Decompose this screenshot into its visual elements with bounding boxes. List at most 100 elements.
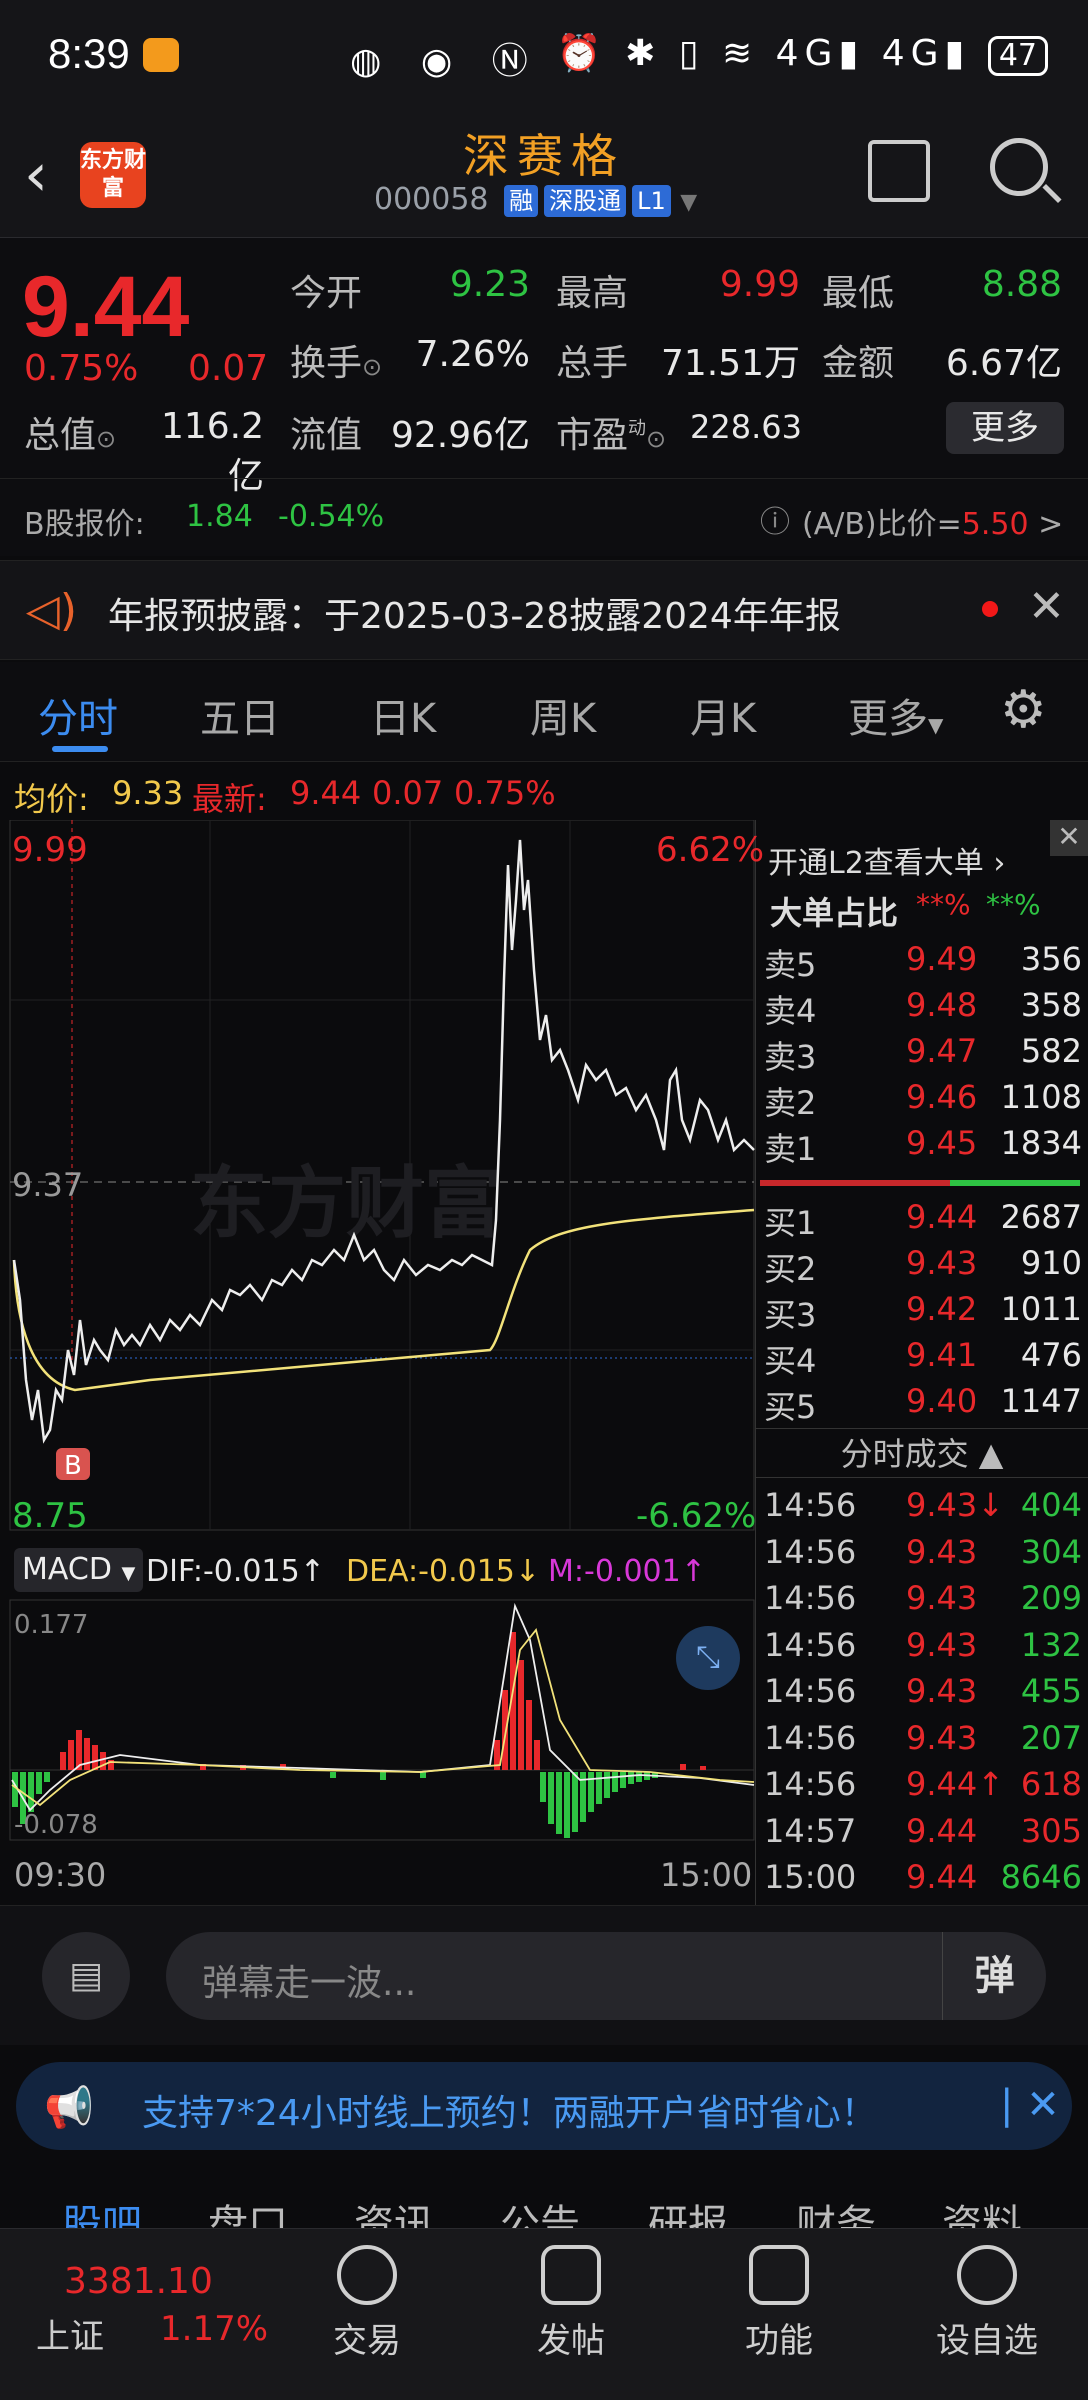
latest-pct: 0.75% bbox=[454, 774, 556, 812]
trade-row-price: 9.43 bbox=[906, 1579, 978, 1617]
danmu-input[interactable]: 弹幕走一波... 弹 bbox=[166, 1932, 1046, 2020]
macd-histogram bbox=[12, 1632, 706, 1838]
turnover-label: 换手⊙ bbox=[290, 343, 383, 384]
tab-5day[interactable]: 五日 bbox=[200, 686, 280, 744]
change-percent: 0.75% bbox=[24, 348, 139, 389]
trade-row-label: 14:56 bbox=[764, 1486, 857, 1524]
macd-bottom-value: -0.078 bbox=[14, 1810, 98, 1840]
price-info-bar: 均价: 9.33 最新: 9.44 0.07 0.75% bbox=[0, 764, 1088, 820]
gear-icon[interactable]: ⚙ bbox=[1000, 680, 1047, 740]
tab-indicator bbox=[52, 746, 108, 752]
bid-row-label: 买5 bbox=[764, 1388, 817, 1426]
avg-label: 均价: bbox=[14, 780, 89, 818]
ab-ratio[interactable]: (A/B)比价=5.50 > bbox=[802, 499, 1063, 543]
share-icon[interactable] bbox=[868, 140, 930, 202]
trade-row-label: 14:56 bbox=[764, 1718, 857, 1757]
trade-row-label: 14:57 bbox=[764, 1811, 857, 1850]
trade-row-volume: 132 bbox=[1020, 1625, 1082, 1664]
trades-header[interactable]: 分时成交 ▲ bbox=[756, 1428, 1088, 1478]
ask-row-label: 卖5 bbox=[764, 946, 817, 984]
ad-banner[interactable]: 📢 支持7*24小时线上预约！两融开户省时省心！ | ✕ bbox=[16, 2062, 1072, 2150]
trade-row-volume: 618 bbox=[1020, 1765, 1082, 1803]
stock-code-line[interactable]: 000058 融深股通 L1 ▼ bbox=[374, 182, 697, 217]
ask-row-label: 卖4 bbox=[764, 992, 817, 1030]
time-end: 15:00 bbox=[660, 1856, 753, 1894]
subtab-research[interactable]: 研报 bbox=[648, 2192, 728, 2230]
low-value: 8.88 bbox=[981, 264, 1062, 305]
trade-row-price: 9.44↑ bbox=[906, 1765, 1005, 1803]
ask-row: 卖3 9.47 582 bbox=[756, 1032, 1088, 1078]
avg-value: 9.33 bbox=[112, 774, 184, 812]
book-close-icon[interactable]: ✕ bbox=[1050, 820, 1088, 856]
ask-row-price: 9.49 bbox=[906, 940, 978, 978]
trade-row-label: 14:56 bbox=[764, 1579, 857, 1617]
nav-add-watch[interactable]: 设自选 bbox=[912, 2229, 1062, 2362]
trade-row-volume: 8646 bbox=[1000, 1858, 1082, 1896]
trade-row-price: 9.44 bbox=[906, 1858, 978, 1896]
subtab-guba[interactable]: 股吧 bbox=[62, 2192, 142, 2230]
ratio-bar-red bbox=[760, 1180, 950, 1186]
open-label: 今开 bbox=[290, 273, 363, 314]
chart-mid-price: 9.37 bbox=[12, 1166, 84, 1204]
megaphone-icon: 📢 bbox=[44, 2085, 94, 2131]
volume-label: 总手 bbox=[556, 343, 629, 384]
grid-icon bbox=[749, 2245, 809, 2305]
tab-monthly-k[interactable]: 月K bbox=[690, 686, 756, 744]
subtab-news[interactable]: 资讯 bbox=[354, 2192, 434, 2230]
trade-row: 14:56 9.43 132 bbox=[756, 1626, 1088, 1672]
latest-value: 9.44 bbox=[290, 774, 362, 812]
bid-row-volume: 2687 bbox=[1000, 1198, 1082, 1236]
tab-intraday[interactable]: 分时 bbox=[38, 686, 118, 744]
speaker-icon: ◁) bbox=[26, 585, 78, 636]
status-bar: 8:39 ◍ ◉ Ⓝ ⏰ ✱ ▯ ≋ 4G▮ 4G▮ 47 bbox=[0, 0, 1088, 110]
watermark: 东方财富 bbox=[190, 1159, 502, 1249]
time-start: 09:30 bbox=[14, 1856, 107, 1894]
chart-bottom-pct: -6.62% bbox=[636, 1496, 757, 1536]
intraday-chart[interactable]: 东方财富 B 9.99 6.62% 9.37 8.75 -6.62% MACD … bbox=[0, 819, 764, 1905]
current-price: 9.44 bbox=[22, 259, 190, 355]
trade-row-volume: 455 bbox=[1020, 1672, 1082, 1710]
tab-daily-k[interactable]: 日K bbox=[370, 686, 436, 744]
bid-row: 买2 9.43 910 bbox=[756, 1244, 1088, 1290]
danmu-send-button[interactable]: 弹 bbox=[942, 1932, 1046, 2020]
tab-weekly-k[interactable]: 周K bbox=[530, 686, 596, 744]
close-icon[interactable]: ✕ bbox=[1028, 581, 1065, 632]
chart-top-price: 9.99 bbox=[12, 830, 88, 870]
search-icon[interactable] bbox=[990, 138, 1048, 196]
index-ticker[interactable]: 3381.10 上证 1.17% bbox=[0, 2229, 270, 2400]
ask-row: 卖4 9.48 358 bbox=[756, 986, 1088, 1032]
turnover-value: 7.26% bbox=[415, 334, 530, 375]
l2-link[interactable]: 开通L2查看大单 › bbox=[768, 838, 1005, 882]
nav-functions[interactable]: 功能 bbox=[704, 2229, 854, 2362]
notice-bar[interactable]: ◁) 年报预披露：于2025-03-28披露2024年年报 ✕ bbox=[0, 560, 1088, 660]
subtab-announce[interactable]: 公告 bbox=[500, 2192, 580, 2230]
subtab-finance[interactable]: 财务 bbox=[796, 2192, 876, 2230]
macd-dif: DIF:-0.015↑ bbox=[146, 1554, 325, 1589]
nav-trade[interactable]: 交易 bbox=[292, 2229, 442, 2362]
subtab-pankou[interactable]: 盘口 bbox=[208, 2192, 288, 2230]
danmu-toggle-icon[interactable]: ▤ bbox=[42, 1932, 130, 2020]
more-button[interactable]: 更多 bbox=[946, 402, 1064, 454]
trade-row-label: 15:00 bbox=[764, 1858, 857, 1896]
buy-marker-text: B bbox=[64, 1451, 82, 1481]
mktcap-label: 总值⊙ bbox=[24, 415, 117, 456]
nav-post[interactable]: 发帖 bbox=[496, 2229, 646, 2362]
help-icon[interactable]: ⓘ bbox=[760, 497, 790, 541]
volume-value: 71.51万 bbox=[660, 343, 800, 384]
macd-selector[interactable]: MACD ▼ bbox=[14, 1548, 144, 1592]
subtab-profile[interactable]: 资料 bbox=[942, 2192, 1022, 2230]
tag-level: L1 bbox=[632, 185, 671, 217]
ad-close-icon[interactable]: | ✕ bbox=[1000, 2082, 1060, 2128]
high-value: 9.99 bbox=[719, 264, 800, 305]
bid-row: 买4 9.41 476 bbox=[756, 1336, 1088, 1382]
ask-row-price: 9.46 bbox=[906, 1078, 978, 1116]
trade-row: 14:56 9.43 207 bbox=[756, 1719, 1088, 1765]
battery-icon: 47 bbox=[987, 36, 1048, 76]
tab-more[interactable]: 更多▼ bbox=[848, 686, 943, 744]
latest-change: 0.07 bbox=[372, 774, 444, 812]
trade-row-price: 9.43 bbox=[906, 1532, 978, 1571]
trade-row: 14:56 9.43 304 bbox=[756, 1533, 1088, 1579]
expand-icon[interactable]: ⤡ bbox=[676, 1626, 740, 1690]
status-left-icons: ◍ ◉ Ⓝ bbox=[350, 41, 542, 82]
trade-row-volume: 209 bbox=[1020, 1579, 1082, 1617]
